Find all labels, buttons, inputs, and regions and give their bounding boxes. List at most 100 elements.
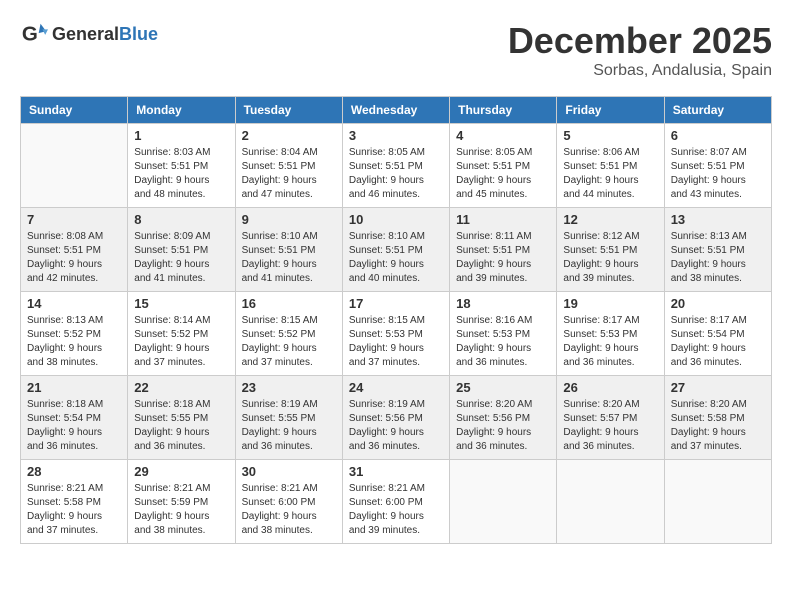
day-info: Sunrise: 8:20 AM Sunset: 5:57 PM Dayligh… xyxy=(563,398,657,454)
table-row: 6 Sunrise: 8:07 AM Sunset: 5:51 PM Daylig… xyxy=(664,124,771,208)
month-title: December 2025 xyxy=(508,20,772,62)
day-number: 15 xyxy=(134,296,228,311)
calendar-week-row: 7 Sunrise: 8:08 AM Sunset: 5:51 PM Daylig… xyxy=(21,208,772,292)
day-number: 3 xyxy=(349,128,443,143)
table-row: 27 Sunrise: 8:20 AM Sunset: 5:58 PM Dayli… xyxy=(664,376,771,460)
day-number: 14 xyxy=(27,296,121,311)
day-number: 8 xyxy=(134,212,228,227)
table-row: 1 Sunrise: 8:03 AM Sunset: 5:51 PM Daylig… xyxy=(128,124,235,208)
day-number: 24 xyxy=(349,380,443,395)
day-number: 29 xyxy=(134,464,228,479)
day-info: Sunrise: 8:10 AM Sunset: 5:51 PM Dayligh… xyxy=(242,230,336,286)
day-number: 20 xyxy=(671,296,765,311)
day-info: Sunrise: 8:19 AM Sunset: 5:56 PM Dayligh… xyxy=(349,398,443,454)
table-row xyxy=(664,460,771,544)
table-row: 21 Sunrise: 8:18 AM Sunset: 5:54 PM Dayli… xyxy=(21,376,128,460)
table-row xyxy=(557,460,664,544)
day-number: 12 xyxy=(563,212,657,227)
day-info: Sunrise: 8:17 AM Sunset: 5:53 PM Dayligh… xyxy=(563,314,657,370)
calendar-header-row: Sunday Monday Tuesday Wednesday Thursday… xyxy=(21,97,772,124)
col-wednesday: Wednesday xyxy=(342,97,449,124)
day-info: Sunrise: 8:13 AM Sunset: 5:51 PM Dayligh… xyxy=(671,230,765,286)
day-number: 6 xyxy=(671,128,765,143)
day-info: Sunrise: 8:03 AM Sunset: 5:51 PM Dayligh… xyxy=(134,146,228,202)
day-info: Sunrise: 8:04 AM Sunset: 5:51 PM Dayligh… xyxy=(242,146,336,202)
table-row: 3 Sunrise: 8:05 AM Sunset: 5:51 PM Daylig… xyxy=(342,124,449,208)
day-info: Sunrise: 8:08 AM Sunset: 5:51 PM Dayligh… xyxy=(27,230,121,286)
table-row: 23Sunrise: 8:19 AM Sunset: 5:55 PM Dayli… xyxy=(235,376,342,460)
col-tuesday: Tuesday xyxy=(235,97,342,124)
table-row: 31 Sunrise: 8:21 AM Sunset: 6:00 PM Dayli… xyxy=(342,460,449,544)
table-row: 11 Sunrise: 8:11 AM Sunset: 5:51 PM Dayli… xyxy=(450,208,557,292)
day-info: Sunrise: 8:21 AM Sunset: 6:00 PM Dayligh… xyxy=(349,482,443,538)
day-info: Sunrise: 8:14 AM Sunset: 5:52 PM Dayligh… xyxy=(134,314,228,370)
table-row: 25Sunrise: 8:20 AM Sunset: 5:56 PM Dayli… xyxy=(450,376,557,460)
day-info: Sunrise: 8:12 AM Sunset: 5:51 PM Dayligh… xyxy=(563,230,657,286)
title-section: December 2025 Sorbas, Andalusia, Spain xyxy=(508,20,772,80)
day-number: 5 xyxy=(563,128,657,143)
table-row xyxy=(21,124,128,208)
day-number: 9 xyxy=(242,212,336,227)
calendar-week-row: 14 Sunrise: 8:13 AM Sunset: 5:52 PM Dayli… xyxy=(21,292,772,376)
day-info: Sunrise: 8:15 AM Sunset: 5:52 PM Dayligh… xyxy=(242,314,336,370)
day-number: 19 xyxy=(563,296,657,311)
col-saturday: Saturday xyxy=(664,97,771,124)
col-thursday: Thursday xyxy=(450,97,557,124)
day-info: Sunrise: 8:13 AM Sunset: 5:52 PM Dayligh… xyxy=(27,314,121,370)
logo-blue-text: Blue xyxy=(119,24,158,44)
table-row: 9 Sunrise: 8:10 AM Sunset: 5:51 PM Daylig… xyxy=(235,208,342,292)
day-number: 27 xyxy=(671,380,765,395)
day-info: Sunrise: 8:09 AM Sunset: 5:51 PM Dayligh… xyxy=(134,230,228,286)
table-row: 30 Sunrise: 8:21 AM Sunset: 6:00 PM Dayli… xyxy=(235,460,342,544)
calendar-week-row: 1 Sunrise: 8:03 AM Sunset: 5:51 PM Daylig… xyxy=(21,124,772,208)
day-info: Sunrise: 8:19 AM Sunset: 5:55 PM Dayligh… xyxy=(242,398,336,454)
col-sunday: Sunday xyxy=(21,97,128,124)
day-info: Sunrise: 8:18 AM Sunset: 5:55 PM Dayligh… xyxy=(134,398,228,454)
table-row: 2Sunrise: 8:04 AM Sunset: 5:51 PM Daylig… xyxy=(235,124,342,208)
table-row: 12 Sunrise: 8:12 AM Sunset: 5:51 PM Dayli… xyxy=(557,208,664,292)
day-info: Sunrise: 8:11 AM Sunset: 5:51 PM Dayligh… xyxy=(456,230,550,286)
day-info: Sunrise: 8:18 AM Sunset: 5:54 PM Dayligh… xyxy=(27,398,121,454)
table-row: 5 Sunrise: 8:06 AM Sunset: 5:51 PM Daylig… xyxy=(557,124,664,208)
header: G GeneralBlue December 2025 Sorbas, Anda… xyxy=(20,20,772,80)
logo-general-text: General xyxy=(52,24,119,44)
day-number: 30 xyxy=(242,464,336,479)
table-row: 18Sunrise: 8:16 AM Sunset: 5:53 PM Dayli… xyxy=(450,292,557,376)
table-row: 4Sunrise: 8:05 AM Sunset: 5:51 PM Daylig… xyxy=(450,124,557,208)
day-number: 26 xyxy=(563,380,657,395)
table-row: 10Sunrise: 8:10 AM Sunset: 5:51 PM Dayli… xyxy=(342,208,449,292)
day-info: Sunrise: 8:21 AM Sunset: 5:58 PM Dayligh… xyxy=(27,482,121,538)
day-info: Sunrise: 8:05 AM Sunset: 5:51 PM Dayligh… xyxy=(349,146,443,202)
day-info: Sunrise: 8:20 AM Sunset: 5:56 PM Dayligh… xyxy=(456,398,550,454)
logo: G GeneralBlue xyxy=(20,20,158,48)
day-number: 28 xyxy=(27,464,121,479)
day-info: Sunrise: 8:15 AM Sunset: 5:53 PM Dayligh… xyxy=(349,314,443,370)
table-row xyxy=(450,460,557,544)
calendar-week-row: 21 Sunrise: 8:18 AM Sunset: 5:54 PM Dayli… xyxy=(21,376,772,460)
table-row: 24 Sunrise: 8:19 AM Sunset: 5:56 PM Dayli… xyxy=(342,376,449,460)
day-info: Sunrise: 8:21 AM Sunset: 6:00 PM Dayligh… xyxy=(242,482,336,538)
col-monday: Monday xyxy=(128,97,235,124)
day-info: Sunrise: 8:06 AM Sunset: 5:51 PM Dayligh… xyxy=(563,146,657,202)
table-row: 19 Sunrise: 8:17 AM Sunset: 5:53 PM Dayli… xyxy=(557,292,664,376)
logo-icon: G xyxy=(20,20,48,48)
table-row: 15 Sunrise: 8:14 AM Sunset: 5:52 PM Dayli… xyxy=(128,292,235,376)
day-number: 1 xyxy=(134,128,228,143)
day-number: 16 xyxy=(242,296,336,311)
svg-text:G: G xyxy=(22,23,38,46)
day-info: Sunrise: 8:20 AM Sunset: 5:58 PM Dayligh… xyxy=(671,398,765,454)
day-number: 7 xyxy=(27,212,121,227)
day-number: 18 xyxy=(456,296,550,311)
table-row: 14 Sunrise: 8:13 AM Sunset: 5:52 PM Dayli… xyxy=(21,292,128,376)
day-number: 11 xyxy=(456,212,550,227)
day-number: 10 xyxy=(349,212,443,227)
day-info: Sunrise: 8:17 AM Sunset: 5:54 PM Dayligh… xyxy=(671,314,765,370)
table-row: 16 Sunrise: 8:15 AM Sunset: 5:52 PM Dayli… xyxy=(235,292,342,376)
day-number: 17 xyxy=(349,296,443,311)
day-number: 21 xyxy=(27,380,121,395)
day-info: Sunrise: 8:21 AM Sunset: 5:59 PM Dayligh… xyxy=(134,482,228,538)
table-row: 28 Sunrise: 8:21 AM Sunset: 5:58 PM Dayli… xyxy=(21,460,128,544)
day-info: Sunrise: 8:07 AM Sunset: 5:51 PM Dayligh… xyxy=(671,146,765,202)
day-number: 31 xyxy=(349,464,443,479)
table-row: 17 Sunrise: 8:15 AM Sunset: 5:53 PM Dayli… xyxy=(342,292,449,376)
